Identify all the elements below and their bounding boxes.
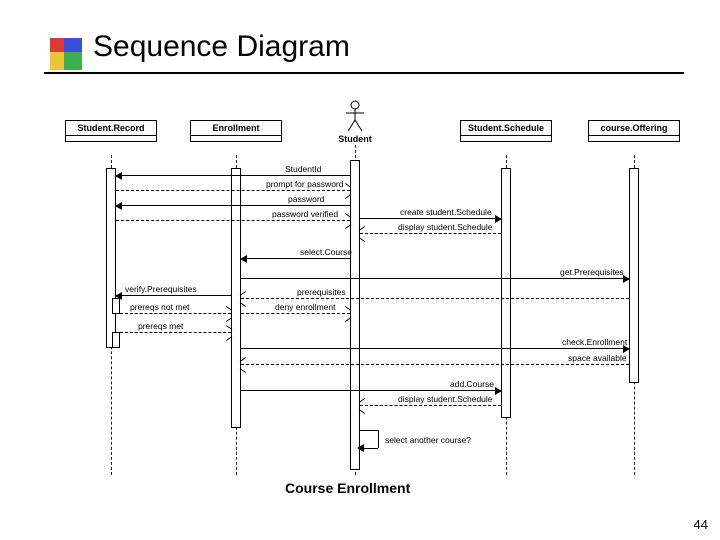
message-label: display student.Schedule — [398, 222, 493, 232]
message-arrow — [116, 220, 350, 221]
message-arrow — [360, 218, 501, 219]
page-title: Sequence Diagram — [93, 30, 350, 64]
activation-bar — [112, 332, 120, 348]
participant-student-schedule: Student.Schedule — [460, 120, 552, 142]
actor-label: Student — [325, 134, 385, 144]
message-arrow — [241, 364, 629, 365]
participant-enrollment: Enrollment — [190, 120, 282, 142]
sequence-diagram: Student.Record Enrollment Student Studen… — [50, 100, 690, 500]
message-arrow — [116, 175, 350, 176]
message-arrow — [120, 332, 231, 333]
message-label: StudentId — [285, 164, 321, 174]
message-label: select another course? — [385, 435, 471, 445]
message-label: create student.Schedule — [400, 207, 492, 217]
activation-bar — [112, 298, 120, 314]
stick-figure-icon — [344, 100, 366, 132]
message-arrow — [116, 190, 350, 191]
message-arrow — [360, 405, 501, 406]
message-label: display student.Schedule — [398, 394, 493, 404]
message-label: space available — [568, 353, 627, 363]
actor-student: Student — [325, 100, 385, 144]
page-number: 44 — [694, 517, 708, 532]
message-arrow — [241, 313, 350, 314]
message-arrow — [116, 205, 350, 206]
activation-bar — [106, 168, 116, 348]
message-arrow — [116, 295, 231, 296]
message-label: password verified — [272, 209, 338, 219]
message-arrow — [241, 390, 501, 391]
message-label: prereqs met — [138, 321, 183, 331]
title-underline — [44, 72, 684, 74]
message-arrow — [241, 258, 350, 259]
participant-label: Student.Schedule — [460, 120, 552, 136]
message-arrow — [241, 278, 629, 279]
message-label: prereqs not met — [130, 302, 190, 312]
participant-label: Enrollment — [190, 120, 282, 136]
activation-bar — [501, 168, 511, 418]
activation-bar — [350, 160, 360, 470]
message-label: select.Course — [300, 247, 352, 257]
message-label: prerequisites — [297, 287, 346, 297]
participant-student-record: Student.Record — [65, 120, 157, 142]
message-arrow — [120, 313, 231, 314]
message-label: verify.Prerequisites — [125, 284, 197, 294]
activation-bar — [629, 168, 639, 383]
message-label: add.Course — [450, 379, 494, 389]
message-label: deny enrollment — [275, 302, 335, 312]
message-label: prompt for password — [266, 179, 343, 189]
message-label: check.Enrollment — [562, 337, 627, 347]
message-label: get.Prerequisites — [560, 267, 624, 277]
participant-course-offering: course.Offering — [588, 120, 680, 142]
message-label: password — [288, 194, 324, 204]
participant-label: Student.Record — [65, 120, 157, 136]
participant-label: course.Offering — [588, 120, 680, 136]
diagram-caption: Course Enrollment — [285, 480, 410, 496]
message-arrow — [360, 233, 501, 234]
message-arrow — [241, 298, 629, 299]
self-message-loop — [350, 430, 380, 455]
message-arrow — [241, 348, 629, 349]
